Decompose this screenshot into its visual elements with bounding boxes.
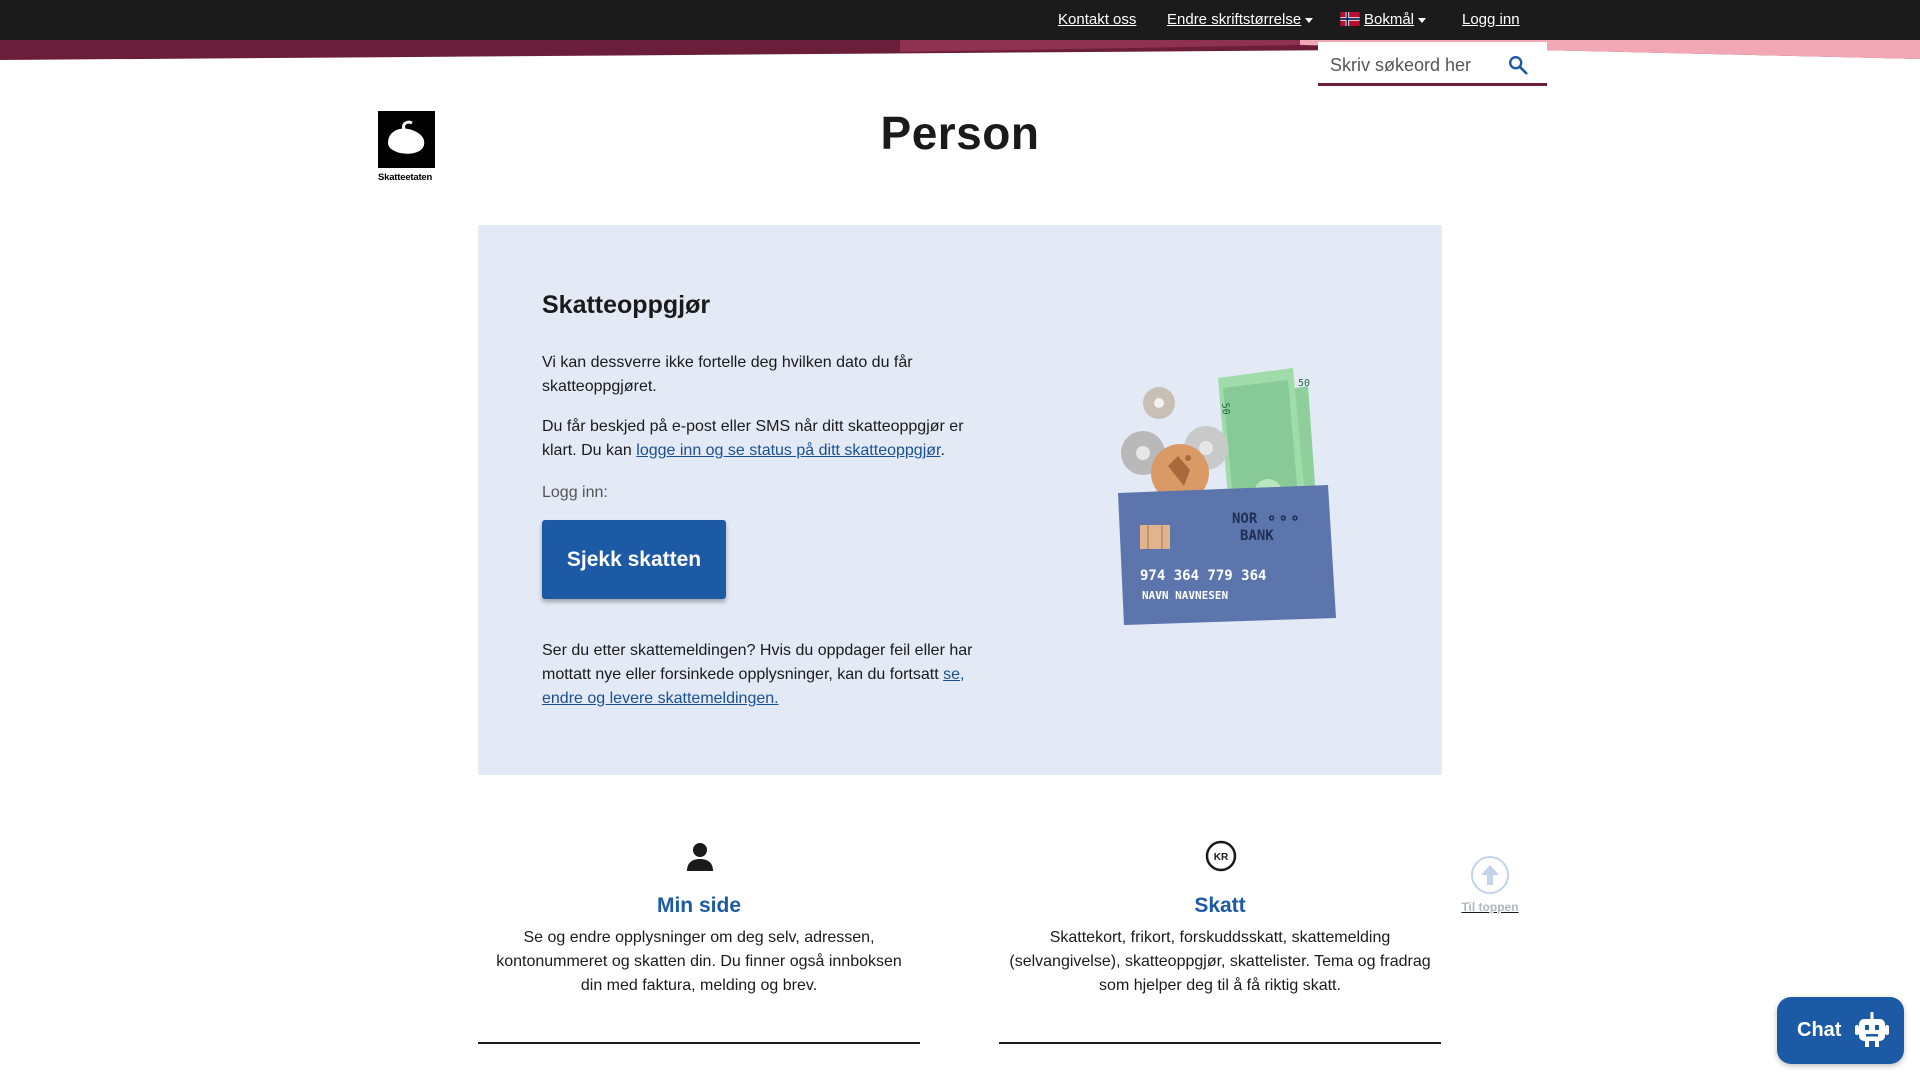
font-size-label: Endre skriftstørrelse xyxy=(1167,11,1302,28)
logo-caption: Skatteetaten xyxy=(378,172,433,183)
contact-link[interactable]: Kontakt oss xyxy=(1058,11,1136,28)
money-illustration: 50 50 NOR ⚬⚬⚬ BANK 974 364 779 364 NAVN … xyxy=(1118,368,1336,625)
person-icon xyxy=(687,843,713,871)
card-bank-name-2: BANK xyxy=(1240,528,1274,544)
card-title: Skatt xyxy=(1194,894,1246,917)
search-icon[interactable] xyxy=(1507,54,1529,76)
search-box xyxy=(1318,42,1547,86)
chevron-down-icon xyxy=(1305,17,1314,23)
chat-label: Chat xyxy=(1797,1019,1842,1041)
login-label: Logg inn: xyxy=(542,484,608,501)
card-skatt[interactable]: KR Skatt Skattekort, frikort, forskuddss… xyxy=(999,840,1441,1044)
to-top-label: Til toppen xyxy=(1461,900,1519,914)
card-min-side[interactable]: Min side Se og endre opplysninger om deg… xyxy=(478,840,920,1044)
chatbot-icon xyxy=(1855,1012,1889,1047)
top-bar: Kontakt oss Endre skriftstørrelse Bokmål… xyxy=(0,0,1920,40)
card-description: Skattekort, frikort, forskuddsskatt, ska… xyxy=(1009,929,1431,994)
notification-text-end: . xyxy=(940,442,945,459)
to-top-button[interactable]: Til toppen xyxy=(1450,856,1530,914)
decorative-stripe xyxy=(0,40,1920,60)
login-status-link[interactable]: logge inn og se status på ditt skatteopp… xyxy=(636,442,940,459)
arrow-up-icon xyxy=(1471,856,1509,894)
tax-return-text: Ser du etter skattemeldingen? Hvis du op… xyxy=(542,639,982,711)
search-input[interactable] xyxy=(1328,52,1502,78)
language-dropdown[interactable]: Bokmål xyxy=(1340,11,1427,28)
chat-button[interactable]: Chat xyxy=(1777,997,1904,1064)
svg-text:50: 50 xyxy=(1298,378,1310,389)
tax-settlement-panel: Skatteoppgjør Vi kan dessverre ikke fort… xyxy=(478,225,1442,775)
card-description: Se og endre opplysninger om deg selv, ad… xyxy=(496,929,902,994)
panel-heading: Skatteoppgjør xyxy=(542,291,711,319)
card-holder: NAVN NAVNESEN xyxy=(1142,589,1228,602)
kr-coin-icon: KR xyxy=(1205,840,1237,872)
font-size-dropdown[interactable]: Endre skriftstørrelse xyxy=(1167,11,1314,28)
card-bank-name: NOR ⚬⚬⚬ xyxy=(1232,511,1301,527)
check-tax-button[interactable]: Sjekk skatten xyxy=(542,520,726,599)
notification-text: Du får beskjed på e-post eller SMS når d… xyxy=(542,415,982,463)
settlement-date-text: Vi kan dessverre ikke fortelle deg hvilk… xyxy=(542,354,913,395)
page-title: Person xyxy=(880,107,1040,159)
coin-icon xyxy=(1121,387,1228,502)
tax-return-text-start: Ser du etter skattemeldingen? Hvis du op… xyxy=(542,642,973,683)
kr-icon-text: KR xyxy=(1214,852,1229,863)
login-link[interactable]: Logg inn xyxy=(1462,11,1520,28)
bank-card-icon: NOR ⚬⚬⚬ BANK 974 364 779 364 NAVN NAVNES… xyxy=(1118,485,1336,625)
chevron-down-icon xyxy=(1418,17,1427,23)
card-title: Min side xyxy=(656,894,741,917)
card-number: 974 364 779 364 xyxy=(1140,568,1266,584)
norway-flag-icon xyxy=(1340,12,1360,26)
language-label: Bokmål xyxy=(1364,11,1415,28)
svg-text:50: 50 xyxy=(1219,402,1231,415)
